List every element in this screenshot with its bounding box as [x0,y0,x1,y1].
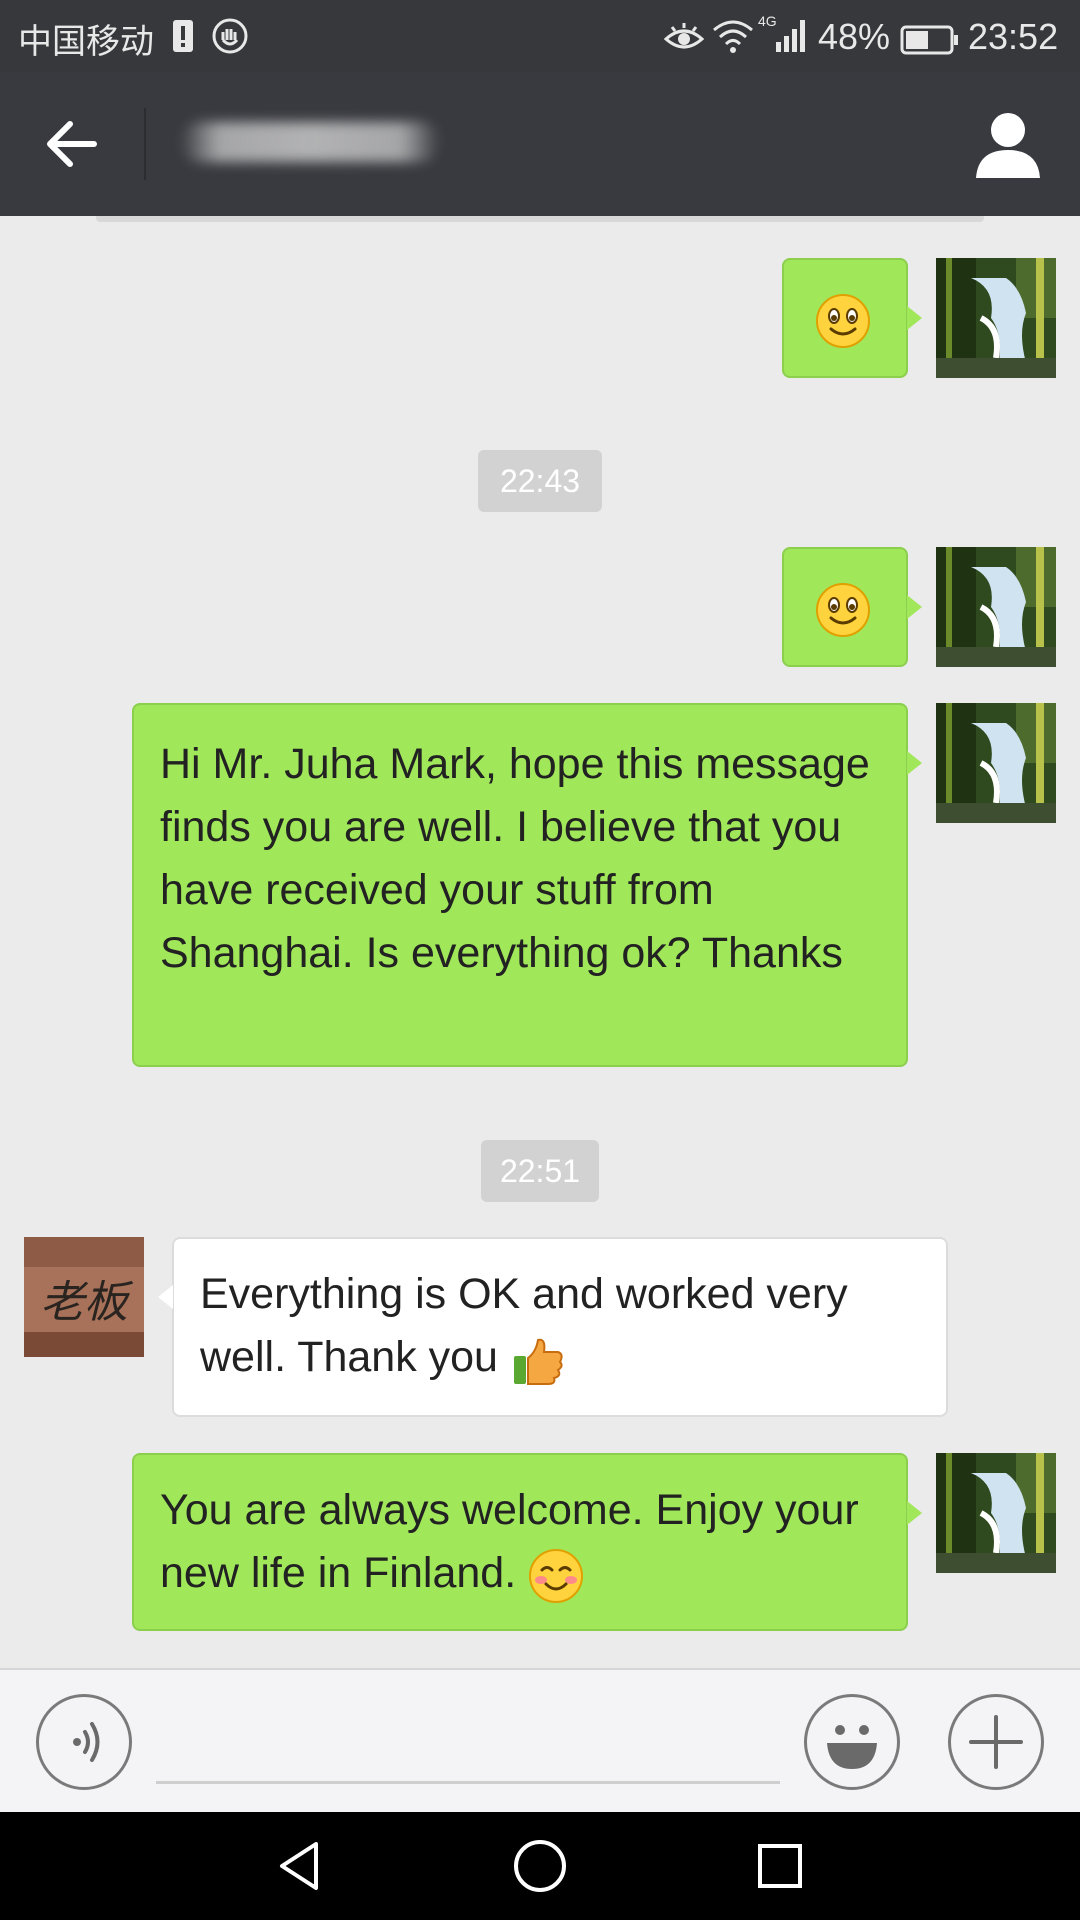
contact-message-bubble[interactable]: Everything is OK and worked very well. T… [158,1237,948,1417]
notification-icon [172,18,194,63]
voice-button[interactable] [36,1694,132,1790]
system-nav-bar [0,1812,1080,1920]
eye-icon [663,20,705,62]
smile-emoji [816,294,870,348]
battery-percent: 48% [818,16,891,57]
message-text-wrap: You are always welcome. Enjoy your new l… [160,1479,884,1605]
nav-home-button[interactable] [510,1836,570,1896]
my-avatar[interactable] [936,1453,1056,1573]
message-input[interactable] [156,1700,780,1784]
my-avatar[interactable] [936,703,1056,823]
header-shadow [96,216,984,222]
back-button[interactable] [36,108,108,180]
tattoo-avatar-image: 老板 [24,1237,144,1357]
square-recents-icon [758,1844,802,1888]
my-message-bubble[interactable] [782,547,922,667]
status-clock: 23:52 [968,16,1059,57]
blush-smile-emoji [529,1548,584,1603]
battery-icon [900,22,960,64]
my-avatar[interactable] [936,258,1056,378]
waterfall-avatar-image [936,703,1056,823]
profile-button[interactable] [970,110,1046,180]
waterfall-avatar-image [936,258,1056,378]
header-divider [144,108,146,180]
network-type: 4G [758,13,777,29]
triangle-back-icon [280,1842,318,1890]
my-message-bubble[interactable] [782,258,922,378]
smile-emoji [816,583,870,637]
waterfall-avatar-image [936,547,1056,667]
message-text-wrap: Everything is OK and worked very well. T… [200,1263,922,1389]
input-bar [0,1668,1080,1812]
emoji-button[interactable] [804,1694,900,1790]
wifi-icon [712,16,754,65]
message-timestamp: 22:51 [481,1140,599,1202]
message-text: Hi Mr. Juha Mark, hope this message find… [160,740,870,977]
voice-icon [73,1722,100,1762]
carrier-name: 中国移动 [18,22,154,62]
person-icon [976,113,1040,178]
contact-avatar-text: 老板 [40,1277,134,1328]
thumbs-up-emoji [513,1338,563,1385]
nav-back-button[interactable] [270,1836,330,1896]
circle-home-icon [514,1840,566,1892]
emoji-face-icon [827,1725,877,1769]
cell-signal-icon: 4G [758,12,814,65]
arrow-left-icon [47,121,97,167]
waterfall-avatar-image [936,1453,1056,1573]
message-timestamp: 22:43 [478,450,602,512]
contact-name [180,122,440,162]
chat-header [0,72,1080,216]
message-text: You are always welcome. Enjoy your new l… [160,1486,859,1597]
more-button[interactable] [948,1694,1044,1790]
status-bar: 中国移动 4G 48% 23:52 [0,0,1080,72]
my-message-bubble[interactable]: You are always welcome. Enjoy your new l… [132,1453,922,1631]
contact-avatar[interactable]: 老板 [24,1237,144,1357]
my-message-bubble[interactable]: Hi Mr. Juha Mark, hope this message find… [132,703,922,1067]
nav-recents-button[interactable] [750,1836,810,1896]
my-avatar[interactable] [936,547,1056,667]
plus-icon [969,1715,1023,1769]
hand-stop-icon [212,18,248,63]
